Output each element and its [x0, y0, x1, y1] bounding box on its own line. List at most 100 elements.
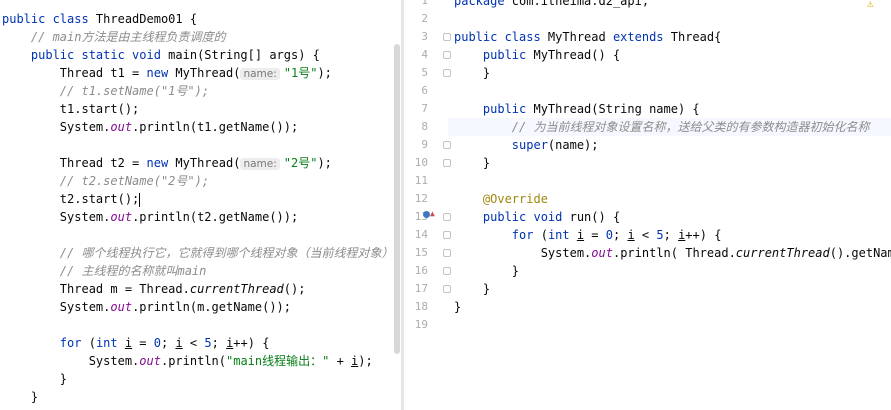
code-line[interactable]: @Override [454, 190, 548, 208]
code-token: } [454, 66, 491, 80]
warning-icon[interactable]: ⚠ [867, 0, 874, 10]
fold-marker-icon[interactable] [443, 267, 451, 275]
fold-marker-icon[interactable] [443, 249, 451, 257]
code-line[interactable]: Thread t1 = new MyThread(name: "1号"); [2, 64, 332, 82]
code-token: 0 [153, 336, 161, 350]
code-token: ; [211, 336, 227, 350]
code-token: t1.start(); [2, 102, 140, 116]
code-token: i [124, 336, 133, 350]
left-editor-pane[interactable]: public class ThreadDemo01 { // main方法是由主… [0, 0, 401, 410]
code-line[interactable]: } [454, 280, 490, 298]
code-line[interactable]: t2.start(); [2, 190, 141, 208]
code-line[interactable]: public class MyThread extends Thread{ [454, 28, 721, 46]
override-gutter-icon[interactable] [423, 211, 430, 218]
line-number: 16 [414, 264, 428, 277]
code-token: ThreadDemo01 { [95, 12, 198, 26]
code-token: t2.start(); [2, 192, 140, 206]
code-line[interactable]: System.out.println(t1.getName()); [2, 118, 298, 136]
code-token: out [591, 246, 613, 260]
code-token: out [110, 120, 133, 134]
code-line[interactable]: t1.start(); [2, 100, 139, 118]
code-token: // 哪个线程执行它，它就得到哪个线程对象（当前线程对象） [2, 246, 394, 260]
code-token: MyThread() { [533, 48, 621, 62]
right-editor-pane[interactable]: 1 2 3 4 5 6 7 8 9 10 11 12 13 14 15 16 17 18 19 ▲ package … [404, 0, 891, 410]
code-token: Thread{ [670, 30, 722, 44]
left-scrollbar-thumb[interactable] [394, 44, 400, 354]
code-line[interactable]: public void run() { [454, 208, 620, 226]
code-token: } [454, 264, 520, 278]
code-token: ); [317, 66, 332, 80]
code-line[interactable]: System.out.println( Thread.currentThread… [454, 244, 891, 262]
line-number: 10 [414, 156, 428, 169]
code-token: System. [2, 300, 111, 314]
code-token: ++) { [685, 228, 722, 242]
code-token: } [2, 390, 39, 404]
text-caret [139, 192, 141, 207]
code-token: Thread t1 = [2, 66, 147, 80]
code-line[interactable]: Thread m = Thread.currentThread(); [2, 280, 306, 298]
code-line[interactable]: } [454, 262, 519, 280]
fold-marker-icon[interactable] [443, 231, 451, 239]
code-token: new [146, 156, 176, 170]
code-token: @Override [454, 192, 548, 206]
code-line[interactable]: // 主线程的名称就叫main [2, 262, 207, 280]
code-token: = [132, 336, 154, 350]
code-line[interactable]: // 为当前线程对象设置名称，送给父类的有参数构造器初始化名称 [454, 118, 870, 136]
code-line[interactable]: package com.itheima.d2_api; [454, 0, 649, 10]
code-line[interactable]: public MyThread() { [454, 46, 620, 64]
fold-marker-icon[interactable] [443, 69, 451, 77]
code-token: = [584, 228, 606, 242]
fold-marker-icon[interactable] [443, 159, 451, 167]
code-line[interactable]: for (int i = 0; i < 5; i++) { [2, 334, 270, 352]
fold-marker-icon[interactable] [443, 51, 451, 59]
code-line[interactable]: // t1.setName("1号"); [2, 82, 209, 100]
code-line[interactable]: System.out.println("main线程输出：" + i); [2, 352, 373, 370]
code-token: .println( Thread. [612, 246, 736, 260]
line-number: 17 [414, 282, 428, 295]
fold-marker-icon[interactable] [443, 141, 451, 149]
line-number: 3 [421, 30, 428, 43]
code-token: MyThread(String name) { [533, 102, 700, 116]
code-token: // 主线程的名称就叫main [2, 264, 207, 278]
code-line[interactable]: // t2.setName("2号"); [2, 172, 209, 190]
code-line[interactable]: System.out.println(m.getName()); [2, 298, 291, 316]
code-line[interactable]: for (int i = 0; i < 5; i++) { [454, 226, 722, 244]
code-line[interactable]: } [454, 298, 461, 316]
code-token: 5 [204, 336, 212, 350]
line-number: 6 [421, 84, 428, 97]
code-token: for [2, 336, 89, 350]
code-token: (name); [547, 138, 599, 152]
code-token: Thread m = Thread. [2, 282, 190, 296]
code-line[interactable]: super(name); [454, 136, 599, 154]
code-line[interactable]: } [454, 154, 490, 172]
line-number: 18 [414, 300, 428, 313]
fold-marker-icon[interactable] [443, 285, 451, 293]
code-line[interactable]: public MyThread(String name) { [454, 100, 700, 118]
parameter-hint: name: [240, 158, 280, 170]
code-token: public class [2, 12, 96, 26]
code-token: for [454, 228, 541, 242]
line-number: 14 [414, 228, 428, 241]
code-token: + [329, 354, 352, 368]
code-token: ( [540, 228, 548, 242]
code-line[interactable]: // 哪个线程执行它，它就得到哪个线程对象（当前线程对象） [2, 244, 394, 262]
override-arrow-icon: ▲ [430, 209, 435, 218]
code-line[interactable]: Thread t2 = new MyThread(name: "2号"); [2, 154, 332, 172]
code-token: } [454, 300, 462, 314]
code-token: 0 [605, 228, 613, 242]
code-line[interactable]: public class ThreadDemo01 { [2, 10, 197, 28]
code-token: ().getName() + [829, 246, 891, 260]
code-token: i [175, 336, 183, 350]
line-number: 12 [414, 192, 428, 205]
fold-marker-icon[interactable] [443, 33, 451, 41]
code-line[interactable]: public static void main(String[] args) { [2, 46, 320, 64]
code-token: System. [2, 210, 111, 224]
code-line[interactable]: } [2, 388, 38, 406]
code-line[interactable]: System.out.println(t2.getName()); [2, 208, 298, 226]
code-line[interactable]: } [2, 370, 67, 388]
code-token: System. [2, 120, 111, 134]
code-token: ; [613, 228, 628, 242]
fold-marker-icon[interactable] [443, 213, 451, 221]
code-line[interactable]: // main方法是由主线程负责调度的 [2, 28, 226, 46]
code-line[interactable]: } [454, 64, 490, 82]
